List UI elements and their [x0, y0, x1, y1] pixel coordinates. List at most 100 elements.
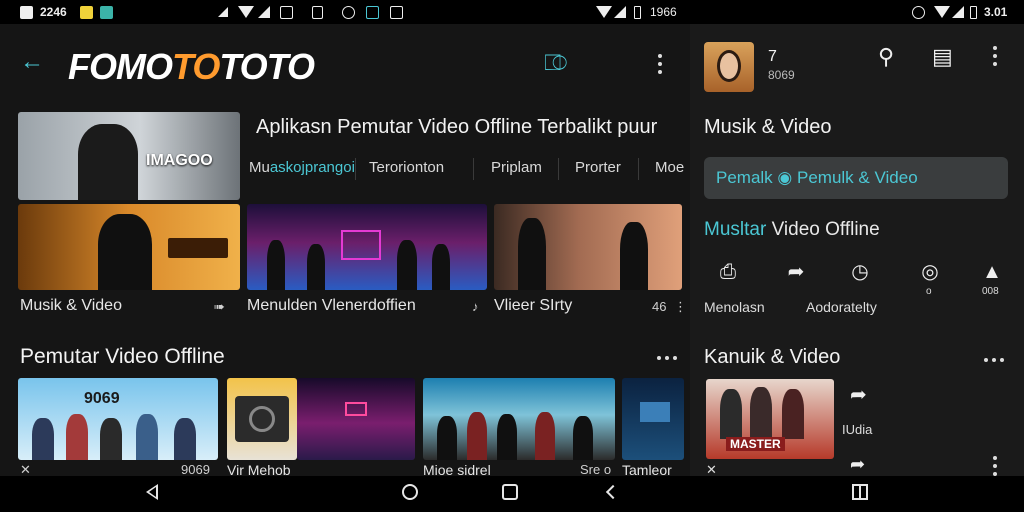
play-circle-icon: ◉	[777, 168, 793, 187]
tab-divider	[473, 158, 474, 180]
panel-title: Musik & Video	[704, 116, 832, 138]
cell-signal-icon-2	[614, 4, 626, 20]
info-icon: ◎	[921, 261, 939, 283]
panel-section-title: Kanuik & Video	[704, 346, 841, 368]
featured-headline[interactable]: Aplikasn Pemutar Video Offline Terbalikt…	[256, 116, 657, 139]
action-label-small: o	[926, 286, 932, 297]
tab-category-3[interactable]: Priplam	[491, 159, 542, 176]
offline-video-card[interactable]: 9069	[18, 378, 218, 460]
download-button[interactable]: ⎙	[716, 260, 740, 284]
offline-video-card[interactable]	[423, 378, 615, 460]
status-bar: 2246 1966 3.01	[0, 0, 1024, 24]
hero-thumbnail[interactable]: IMAGOO	[18, 112, 240, 200]
main-content: ← FOMOTOTOTO ⎄ IMAGOO Aplikasn Pemutar V…	[0, 24, 690, 478]
person-button[interactable]: ▲	[980, 260, 1004, 284]
share-button[interactable]: ➦	[784, 260, 808, 284]
timer-button[interactable]: ◷	[848, 260, 872, 284]
cell-signal-icon-3	[952, 4, 964, 20]
nav-back-button[interactable]	[146, 484, 166, 504]
notif-box-icon-2	[312, 4, 323, 20]
share-label: IUdia	[842, 422, 873, 437]
status-time-left: 2246	[40, 5, 67, 19]
panel-more-button[interactable]	[992, 46, 998, 66]
wifi-icon-2	[596, 4, 612, 20]
nav-split-button[interactable]	[852, 484, 872, 504]
offline-video-card[interactable]	[227, 378, 297, 460]
tab-category-5[interactable]: Moe	[655, 159, 684, 176]
tab-category-2[interactable]: Terorionton	[369, 159, 444, 176]
status-time-center: 1966	[650, 5, 677, 19]
panel-section-more[interactable]	[984, 357, 1004, 363]
wifi-icon-3	[934, 4, 950, 20]
card-more-button[interactable]	[992, 456, 998, 476]
card-badge: 9069	[84, 390, 120, 407]
avatar[interactable]	[704, 42, 754, 92]
share-icon: ➦	[850, 384, 867, 406]
back-button[interactable]: ←	[20, 50, 46, 74]
cell-signal-icon	[258, 4, 270, 20]
app-icon-2	[100, 4, 113, 20]
profile-sub: 8069	[768, 68, 795, 82]
chevron-left-icon	[605, 484, 621, 500]
nav-recents-button[interactable]	[502, 484, 522, 504]
share-button[interactable]: ➦	[850, 382, 867, 407]
video-title[interactable]: Menulden Vlenerdoffien	[247, 297, 416, 315]
cast-icon: ⎄	[544, 50, 568, 75]
tab-category-1[interactable]: Muaskojprangoi	[249, 159, 355, 176]
arrow-left-icon: ←	[20, 48, 44, 75]
search-button[interactable]: ⚲	[878, 44, 894, 70]
panel-video-card[interactable]: MASTER	[706, 379, 834, 459]
home-icon	[402, 484, 418, 500]
app-icon-1	[80, 4, 93, 20]
notification-icon	[20, 4, 33, 20]
back-icon	[146, 484, 158, 500]
music-note-icon[interactable]: ♪	[472, 299, 479, 314]
share-button-2[interactable]: ➦	[850, 454, 865, 475]
sync-icon	[342, 4, 355, 20]
share-icon[interactable]: ➠	[214, 299, 225, 315]
info-button[interactable]: ◎	[918, 260, 942, 284]
offline-video-card[interactable]	[297, 378, 415, 460]
battery-icon-2	[970, 4, 977, 20]
status-time-right: 3.01	[984, 5, 1008, 19]
download-status-icon	[390, 4, 403, 20]
hero-caption: IMAGOO	[146, 152, 213, 169]
nav-chevron-button[interactable]	[604, 484, 624, 504]
video-title[interactable]: Vlieer SIrty	[494, 297, 572, 315]
timer-icon: ◷	[851, 261, 869, 283]
playlist-icon: ▤	[932, 44, 953, 69]
app-logo: FOMOTOTOTO	[68, 46, 315, 87]
more-icon[interactable]: ⋮	[674, 299, 687, 315]
person-icon: ▲	[982, 261, 1002, 283]
video-thumbnail[interactable]	[18, 204, 240, 290]
tab-divider	[355, 158, 356, 180]
video-title[interactable]: Musik & Video	[20, 297, 122, 315]
alarm-icon	[912, 4, 925, 20]
card-duration: 9069	[181, 462, 210, 477]
action-label: Aodoratelty	[806, 299, 877, 315]
panel-subtitle: Musltar Video Offline	[704, 219, 880, 240]
action-label-small: 008	[982, 286, 999, 297]
card-meta: Sre o	[580, 462, 612, 477]
recents-icon	[502, 484, 518, 500]
video-row-trailing: 46	[652, 299, 667, 314]
card-badge: MASTER	[726, 437, 785, 451]
more-options-button[interactable]	[657, 54, 663, 74]
split-screen-icon	[852, 484, 868, 500]
share-icon: ➦	[787, 261, 805, 283]
play-pill-button[interactable]: Pemalk ◉ Pemulk & Video	[704, 157, 1008, 199]
tab-category-4[interactable]: Prorter	[575, 159, 621, 176]
download-icon: ⎙	[720, 261, 736, 283]
video-thumbnail[interactable]	[247, 204, 487, 290]
cast-button[interactable]: ⎄	[544, 50, 567, 76]
share-icon: ➦	[850, 454, 866, 474]
section-more-button[interactable]	[657, 355, 677, 361]
tab-divider	[638, 158, 639, 180]
cast-status-icon	[366, 4, 379, 20]
video-thumbnail[interactable]	[494, 204, 682, 290]
profile-count: 7	[768, 48, 777, 65]
offline-video-card[interactable]	[622, 378, 684, 460]
section-title: Pemutar Video Offline	[20, 345, 225, 368]
nav-home-button[interactable]	[402, 484, 422, 504]
queue-button[interactable]: ▤	[932, 44, 953, 70]
